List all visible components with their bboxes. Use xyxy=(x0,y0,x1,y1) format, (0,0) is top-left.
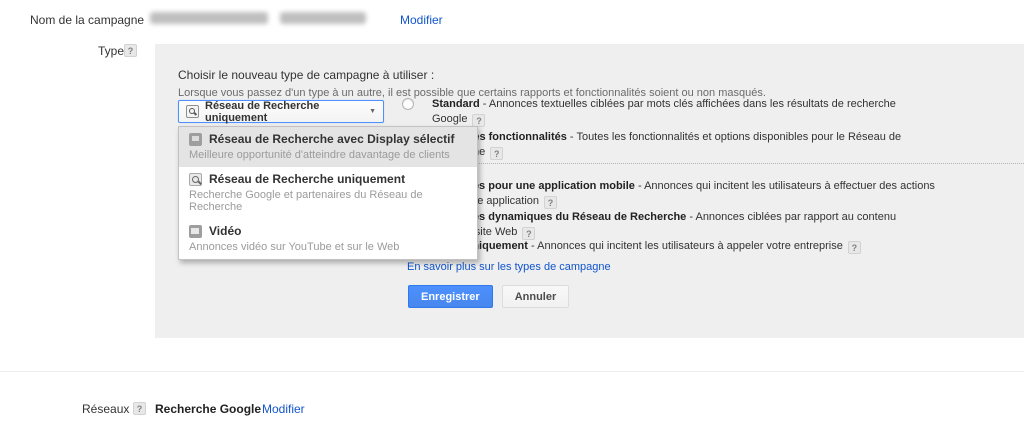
option-mobile-app[interactable]: Annonces pour une application mobile - A… xyxy=(402,179,959,209)
dropdown-selected-value: Réseau de Recherche uniquement xyxy=(205,100,369,124)
options-separator xyxy=(402,163,1024,164)
option-help-icon[interactable]: ? xyxy=(490,147,503,160)
campaign-name-modify-link[interactable]: Modifier xyxy=(400,13,443,27)
networks-help-icon[interactable]: ? xyxy=(133,402,146,415)
campaign-name-redacted xyxy=(150,11,382,26)
campaign-type-dropdown-button[interactable]: Réseau de Recherche uniquement ▼ xyxy=(178,100,384,123)
type-label: Type xyxy=(98,44,124,58)
campaign-type-panel: Choisir le nouveau type de campagne à ut… xyxy=(155,44,1024,338)
search-network-icon xyxy=(186,105,199,118)
menu-item-title: Réseau de Recherche uniquement xyxy=(209,172,405,186)
campaign-name-label: Nom de la campagne xyxy=(30,13,144,27)
option-help-icon[interactable]: ? xyxy=(848,241,861,254)
menu-item-video[interactable]: Vidéo Annonces vidéo sur YouTube et sur … xyxy=(179,219,477,259)
menu-item-subtitle: Recherche Google et partenaires du Résea… xyxy=(189,189,467,213)
menu-item-subtitle: Annonces vidéo sur YouTube et sur le Web xyxy=(189,241,467,253)
section-divider xyxy=(0,371,1024,372)
menu-item-title: Réseau de Recherche avec Display sélecti… xyxy=(209,132,454,146)
panel-heading: Choisir le nouveau type de campagne à ut… xyxy=(178,68,434,82)
video-icon xyxy=(189,225,202,238)
option-desc: - Annonces qui incitent les utilisateurs… xyxy=(528,240,843,252)
campaign-type-dropdown-menu: Réseau de Recherche avec Display sélecti… xyxy=(178,126,478,260)
networks-value: Recherche Google xyxy=(155,402,261,416)
type-help-icon[interactable]: ? xyxy=(124,44,137,57)
option-help-icon[interactable]: ? xyxy=(544,196,557,209)
option-call-only[interactable]: Appel uniquement - Annonces qui incitent… xyxy=(402,239,914,254)
menu-item-title: Vidéo xyxy=(209,224,241,238)
radio-standard[interactable] xyxy=(402,98,414,110)
option-title: Standard xyxy=(432,98,480,110)
option-desc: - Annonces textuelles ciblées par mots c… xyxy=(432,98,896,125)
cancel-button[interactable]: Annuler xyxy=(502,285,570,308)
learn-more-link[interactable]: En savoir plus sur les types de campagne xyxy=(407,261,611,273)
menu-item-subtitle: Meilleure opportunité d'atteindre davant… xyxy=(189,149,467,161)
option-all-features[interactable]: Toutes les fonctionnalités - Toutes les … xyxy=(402,130,939,160)
networks-modify-link[interactable]: Modifier xyxy=(262,402,305,416)
adwords-campaign-type-settings: Nom de la campagne Modifier Type ? Chois… xyxy=(0,0,1024,424)
menu-item-search-only[interactable]: Réseau de Recherche uniquement Recherche… xyxy=(179,167,477,219)
networks-label: Réseaux xyxy=(82,402,129,416)
search-display-icon xyxy=(189,133,202,146)
search-network-icon xyxy=(189,173,202,186)
option-standard[interactable]: Standard - Annonces textuelles ciblées p… xyxy=(402,97,919,127)
menu-item-search-with-display[interactable]: Réseau de Recherche avec Display sélecti… xyxy=(179,127,477,167)
save-button[interactable]: Enregistrer xyxy=(408,285,493,308)
action-buttons: Enregistrer Annuler xyxy=(408,285,569,308)
chevron-down-icon: ▼ xyxy=(369,108,376,115)
